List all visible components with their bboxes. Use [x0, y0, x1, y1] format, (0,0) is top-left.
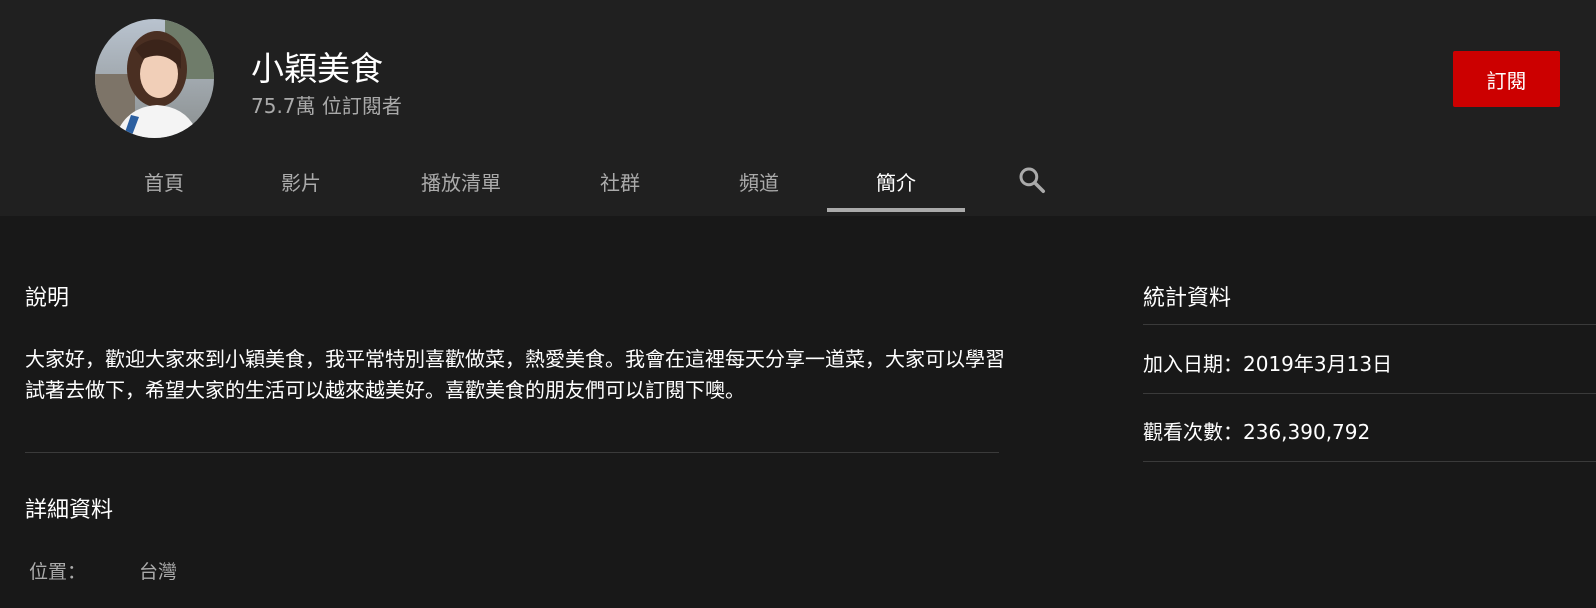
details-heading: 詳細資料 [25, 498, 114, 523]
tab-community[interactable]: 社群 [551, 146, 689, 216]
divider [1143, 393, 1596, 394]
stats-heading: 統計資料 [1143, 286, 1232, 311]
channel-description: 大家好，歡迎大家來到小穎美食，我平常特別喜歡做菜，熱愛美食。我會在這裡每天分享一… [25, 347, 1005, 402]
search-icon [1019, 167, 1045, 193]
subscribe-button[interactable]: 訂閱 [1453, 51, 1560, 107]
subscriber-count: 75.7萬 位訂閱者 [251, 94, 402, 118]
tab-about[interactable]: 簡介 [827, 146, 965, 216]
channel-name: 小穎美食 [251, 49, 383, 88]
channel-tabs: 首頁 影片 播放清單 社群 頻道 簡介 [0, 146, 1200, 216]
location-value: 台灣 [139, 561, 178, 583]
tab-playlists[interactable]: 播放清單 [392, 146, 530, 216]
divider [25, 452, 999, 453]
joined-date: 加入日期：2019年3月13日 [1143, 352, 1393, 376]
divider [1143, 461, 1596, 462]
channel-header: 小穎美食 75.7萬 位訂閱者 訂閱 首頁 影片 播放清單 社群 頻道 簡介 [0, 0, 1596, 216]
view-count: 觀看次數：236,390,792 [1143, 420, 1371, 444]
tab-channels[interactable]: 頻道 [690, 146, 828, 216]
location-label: 位置： [29, 561, 87, 583]
description-heading: 說明 [25, 286, 70, 311]
tab-videos[interactable]: 影片 [232, 146, 370, 216]
search-button[interactable] [1012, 160, 1052, 200]
channel-avatar[interactable] [95, 19, 214, 138]
divider [1143, 324, 1596, 325]
tab-home[interactable]: 首頁 [95, 146, 233, 216]
